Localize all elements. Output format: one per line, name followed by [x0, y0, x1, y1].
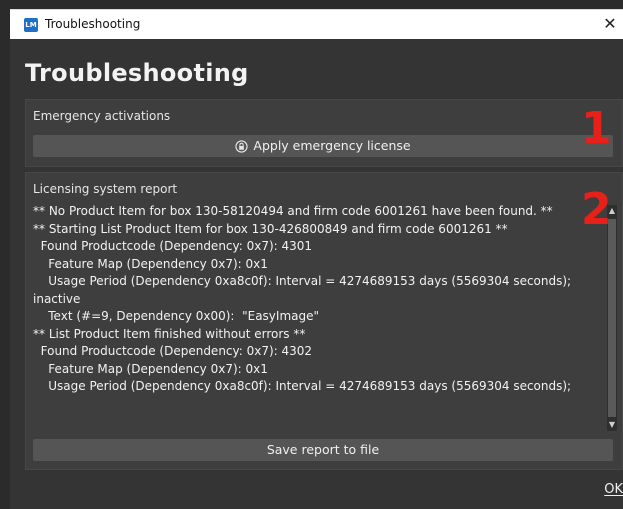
licensing-report-panel: Licensing system report ** No Product It…: [25, 172, 623, 470]
apply-emergency-license-button[interactable]: Apply emergency license: [33, 135, 613, 157]
report-line: Text (#=9, Dependency 0x00): "EasyImage": [33, 309, 320, 323]
emergency-activations-panel: Emergency activations Apply emergency li…: [25, 99, 623, 167]
app-icon: LM: [24, 18, 38, 32]
emergency-activations-title: Emergency activations: [33, 109, 171, 123]
save-report-button[interactable]: Save report to file: [33, 439, 613, 461]
apply-emergency-license-label: Apply emergency license: [253, 138, 411, 153]
report-line: ** Starting List Product Item for box 13…: [33, 221, 508, 236]
report-line: Found Productcode (Dependency: 0x7): 430…: [33, 239, 313, 253]
report-text-area[interactable]: ** No Product Item for box 130-58120494 …: [33, 203, 603, 429]
ok-button[interactable]: OK: [604, 479, 623, 501]
licensing-report-title: Licensing system report: [33, 182, 178, 196]
annotation-marker-1: 1: [581, 103, 612, 154]
scrollbar-thumb[interactable]: [608, 219, 616, 417]
report-line: Usage Period (Dependency 0xa8c0f): Inter…: [33, 379, 572, 393]
report-line: ** List Product Item finished without er…: [33, 326, 306, 341]
close-button[interactable]: ✕: [601, 13, 619, 35]
report-line: Found Productcode (Dependency: 0x7): 430…: [33, 344, 313, 358]
annotation-marker-2: 2: [581, 184, 612, 235]
report-line: Feature Map (Dependency 0x7): 0x1: [33, 361, 268, 376]
report-line: ** No Product Item for box 130-58120494 …: [33, 204, 553, 218]
lock-icon: [235, 139, 249, 153]
dialog-body: Troubleshooting Emergency activations Ap…: [10, 39, 623, 509]
report-scrollbar[interactable]: ▲ ▼: [607, 205, 617, 431]
title-bar[interactable]: LM Troubleshooting ✕: [10, 9, 623, 39]
report-line: Feature Map (Dependency 0x7): 0x1: [33, 256, 268, 271]
scroll-down-arrow-icon[interactable]: ▼: [607, 419, 617, 431]
window-title: Troubleshooting: [45, 17, 141, 31]
report-line: inactive: [33, 291, 81, 306]
report-line: Usage Period (Dependency 0xa8c0f): Inter…: [33, 274, 572, 288]
page-title: Troubleshooting: [25, 59, 249, 87]
